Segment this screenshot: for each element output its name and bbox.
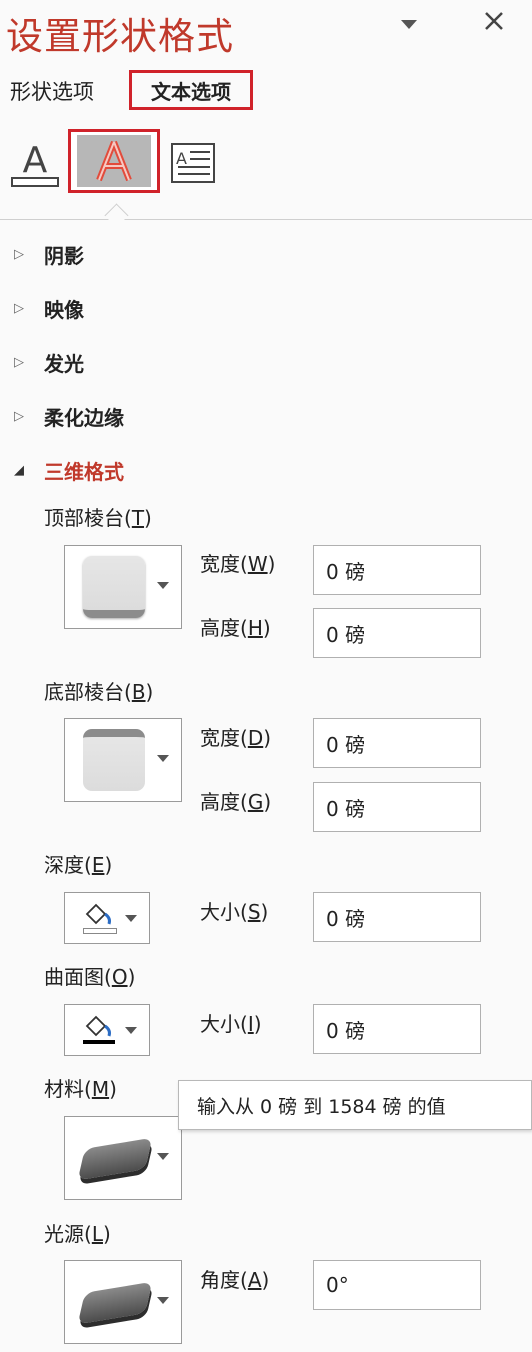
- tab-pointer: [104, 203, 129, 228]
- material-dropdown[interactable]: [64, 1116, 182, 1200]
- depth-size-input[interactable]: 0 磅: [313, 892, 481, 942]
- close-icon[interactable]: [483, 10, 505, 38]
- bottom-bevel-preview: [83, 729, 145, 791]
- dropdown-arrow-icon: [125, 1027, 137, 1034]
- top-height-input[interactable]: 0 磅: [313, 608, 481, 658]
- dropdown-arrow-icon: [157, 1153, 169, 1160]
- contour-size-label: 大小(I): [200, 1012, 262, 1036]
- dropdown-arrow-icon: [125, 915, 137, 922]
- angle-input[interactable]: 0°: [313, 1260, 481, 1310]
- material-label: 材料(M): [44, 1077, 117, 1101]
- dropdown-arrow-icon: [157, 1297, 169, 1304]
- svg-text:A: A: [176, 149, 187, 168]
- expand-triangle-icon: ▷: [14, 301, 24, 316]
- expand-triangle-icon: ▷: [14, 409, 24, 424]
- dropdown-arrow-icon: [157, 755, 169, 762]
- tab-shape-options[interactable]: 形状选项: [10, 76, 94, 106]
- svg-text:A: A: [23, 140, 48, 181]
- dropdown-arrow-icon: [157, 582, 169, 589]
- contour-color-button[interactable]: [64, 1004, 150, 1056]
- top-width-input[interactable]: 0 磅: [313, 545, 481, 595]
- textbox-icon[interactable]: A: [170, 142, 216, 184]
- text-effects-icon: [77, 135, 151, 187]
- top-height-label: 高度(H): [200, 616, 271, 640]
- top-bevel-dropdown[interactable]: [64, 545, 182, 629]
- bottom-height-input[interactable]: 0 磅: [313, 782, 481, 832]
- contour-color-swatch: [83, 1040, 115, 1044]
- top-width-label: 宽度(W): [200, 552, 276, 576]
- lighting-preview: [77, 1281, 153, 1325]
- paint-bucket-icon: [85, 1015, 111, 1037]
- bottom-height-label: 高度(G): [200, 790, 272, 814]
- section-glow[interactable]: ▷ 发光: [14, 348, 84, 377]
- bottom-bevel-dropdown[interactable]: [64, 718, 182, 802]
- contour-size-input[interactable]: 0 磅: [313, 1004, 481, 1054]
- depth-size-label: 大小(S): [200, 900, 269, 924]
- section-shadow[interactable]: ▷ 阴影: [14, 240, 84, 269]
- bottom-width-input[interactable]: 0 磅: [313, 718, 481, 768]
- section-reflection[interactable]: ▷ 映像: [14, 294, 84, 323]
- lighting-label: 光源(L): [44, 1222, 111, 1246]
- contour-label: 曲面图(O): [44, 965, 136, 989]
- tooltip: 输入从 0 磅 到 1584 磅 的值: [178, 1080, 532, 1130]
- depth-color-swatch: [83, 928, 117, 934]
- depth-color-button[interactable]: [64, 892, 150, 944]
- depth-label: 深度(E): [44, 853, 113, 877]
- collapse-triangle-icon: ◢: [14, 463, 24, 478]
- text-effects-tab[interactable]: [68, 129, 160, 193]
- divider: [0, 219, 532, 220]
- top-bevel-preview: [83, 556, 145, 618]
- text-fill-outline-icon[interactable]: A: [10, 138, 60, 190]
- tab-text-options[interactable]: 文本选项: [129, 70, 253, 110]
- section-3d-format[interactable]: ◢ 三维格式: [14, 456, 124, 485]
- top-bevel-label: 顶部棱台(T): [44, 506, 152, 530]
- panel-title: 设置形状格式: [6, 15, 234, 58]
- angle-label: 角度(A): [200, 1268, 270, 1292]
- bottom-width-label: 宽度(D): [200, 726, 272, 750]
- section-soft-edges[interactable]: ▷ 柔化边缘: [14, 402, 124, 431]
- lighting-dropdown[interactable]: [64, 1260, 182, 1344]
- bottom-bevel-label: 底部棱台(B): [44, 680, 154, 704]
- paint-bucket-icon: [85, 903, 111, 925]
- chevron-down-icon[interactable]: [399, 12, 419, 37]
- expand-triangle-icon: ▷: [14, 247, 24, 262]
- expand-triangle-icon: ▷: [14, 355, 24, 370]
- material-preview: [77, 1137, 153, 1181]
